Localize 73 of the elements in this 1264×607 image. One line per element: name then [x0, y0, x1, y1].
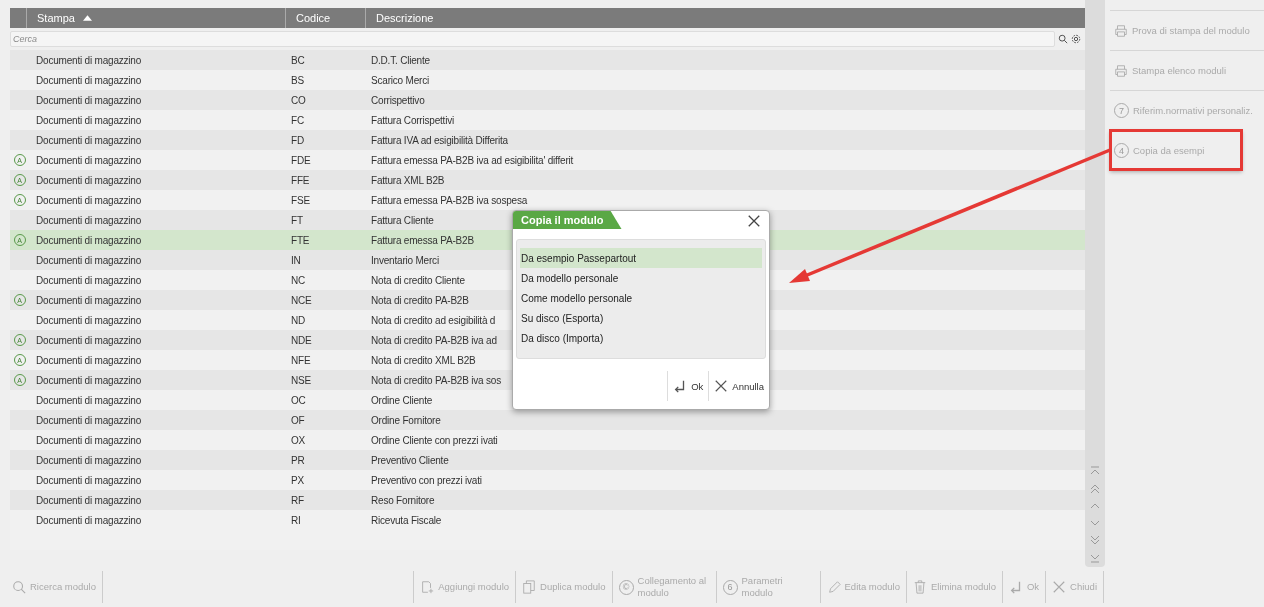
table-cell-text: OX	[290, 434, 307, 446]
table-cell-text: Documenti di magazzino	[35, 394, 143, 406]
table-cell-text: BC	[290, 54, 306, 66]
table-cell-text: Documenti di magazzino	[35, 374, 143, 386]
table-cell-text: IN	[290, 254, 302, 266]
table-cell-text: NFE	[290, 354, 312, 366]
table-cell-text: Documenti di magazzino	[35, 234, 143, 246]
dialog-title: Copia il modulo	[513, 211, 622, 229]
table-cell-text: Inventario Merci	[370, 254, 439, 266]
table-cell-text: NC	[290, 274, 307, 286]
table-cell-text: Documenti di magazzino	[35, 314, 143, 326]
table-cell-text: Fattura XML B2B	[370, 174, 445, 186]
table-cell-text: PX	[290, 474, 305, 486]
table-cell-text: NCE	[290, 294, 313, 306]
table-cell-text: FDE	[290, 154, 312, 166]
table-cell-text: Documenti di magazzino	[35, 214, 143, 226]
table-cell-text: Ordine Cliente	[370, 394, 433, 406]
table-cell-text: Fattura Corrispettivi	[370, 114, 455, 126]
table-cell-text: FFE	[290, 174, 311, 186]
table-cell-text: Nota di credito PA-B2B iva ad	[370, 334, 497, 346]
table-cell-text: Documenti di magazzino	[35, 454, 143, 466]
table-cell-text: Nota di credito Cliente	[370, 274, 465, 286]
table-cell-text: PR	[290, 454, 306, 466]
table-cell-text: Documenti di magazzino	[35, 434, 143, 446]
table-cell-text: Fattura emessa PA-B2B iva sospesa	[370, 194, 528, 206]
table-cell-text: Documenti di magazzino	[35, 154, 143, 166]
table-cell-text: Documenti di magazzino	[35, 474, 143, 486]
table-cell-text: Documenti di magazzino	[35, 134, 143, 146]
table-cell-text: Documenti di magazzino	[35, 94, 143, 106]
table-cell-text: Ordine Fornitore	[370, 414, 441, 426]
table-cell-text: NSE	[290, 374, 312, 386]
table-cell-text: Ordine Cliente con prezzi ivati	[370, 434, 498, 446]
table-cell-text: Documenti di magazzino	[35, 494, 143, 506]
table-cell-text: Ricevuta Fiscale	[370, 514, 442, 526]
table-cell-text: Documenti di magazzino	[35, 194, 143, 206]
table-cell-text: OC	[290, 394, 307, 406]
table-cell-text: Fattura IVA ad esigibilità Differita	[370, 134, 508, 146]
table-cell-text: Documenti di magazzino	[35, 74, 143, 86]
table-cell-text: BS	[290, 74, 305, 86]
table-cell-text: Fattura emessa PA-B2B	[370, 234, 474, 246]
table-cell-text: Documenti di magazzino	[35, 514, 143, 526]
table-cell-text: Corrispettivo	[370, 94, 425, 106]
table-cell-text: FTE	[290, 234, 311, 246]
table-cell-text: D.D.T. Cliente	[370, 54, 430, 66]
table-cell-text: Documenti di magazzino	[35, 274, 143, 286]
table-cell-text: Documenti di magazzino	[35, 114, 143, 126]
table-cell-text: Nota di credito PA-B2B iva sos	[370, 374, 501, 386]
table-cell-text: Nota di credito ad esigibilità d	[370, 314, 496, 326]
table-cell-text: FD	[290, 134, 305, 146]
table-cell-text: Preventivo Cliente	[370, 454, 449, 466]
table-cell-text: Nota di credito XML B2B	[370, 354, 476, 366]
table-cell-text: FC	[290, 114, 305, 126]
table-cell-text: NDE	[290, 334, 313, 346]
table-cell-text: Documenti di magazzino	[35, 334, 143, 346]
table-cell-text: Documenti di magazzino	[35, 294, 143, 306]
table-cell-text: Scarico Merci	[370, 74, 429, 86]
table-cell-text: Nota di credito PA-B2B	[370, 294, 469, 306]
table-cell-text: Reso Fornitore	[370, 494, 435, 506]
table-cell-text: RI	[290, 514, 302, 526]
table-cell-text: Preventivo con prezzi ivati	[370, 474, 482, 486]
table-cell-text: Fattura emessa PA-B2B iva ad esigibilita' differit	[370, 154, 574, 166]
table-cell-text: Documenti di magazzino	[35, 54, 143, 66]
table-cell-text: Fattura Cliente	[370, 214, 434, 226]
table-cell-text: RF	[290, 494, 305, 506]
table-cell-text: CO	[290, 94, 307, 106]
table-cell-text: Documenti di magazzino	[35, 354, 143, 366]
table-cell-text: Documenti di magazzino	[35, 254, 143, 266]
table-cell-text: OF	[290, 414, 306, 426]
table-cell-text: Documenti di magazzino	[35, 174, 143, 186]
table-cell-text: FSE	[290, 194, 311, 206]
table-cell-text: FT	[290, 214, 304, 226]
table-cell-text: Documenti di magazzino	[35, 414, 143, 426]
table-cell-text: ND	[290, 314, 307, 326]
